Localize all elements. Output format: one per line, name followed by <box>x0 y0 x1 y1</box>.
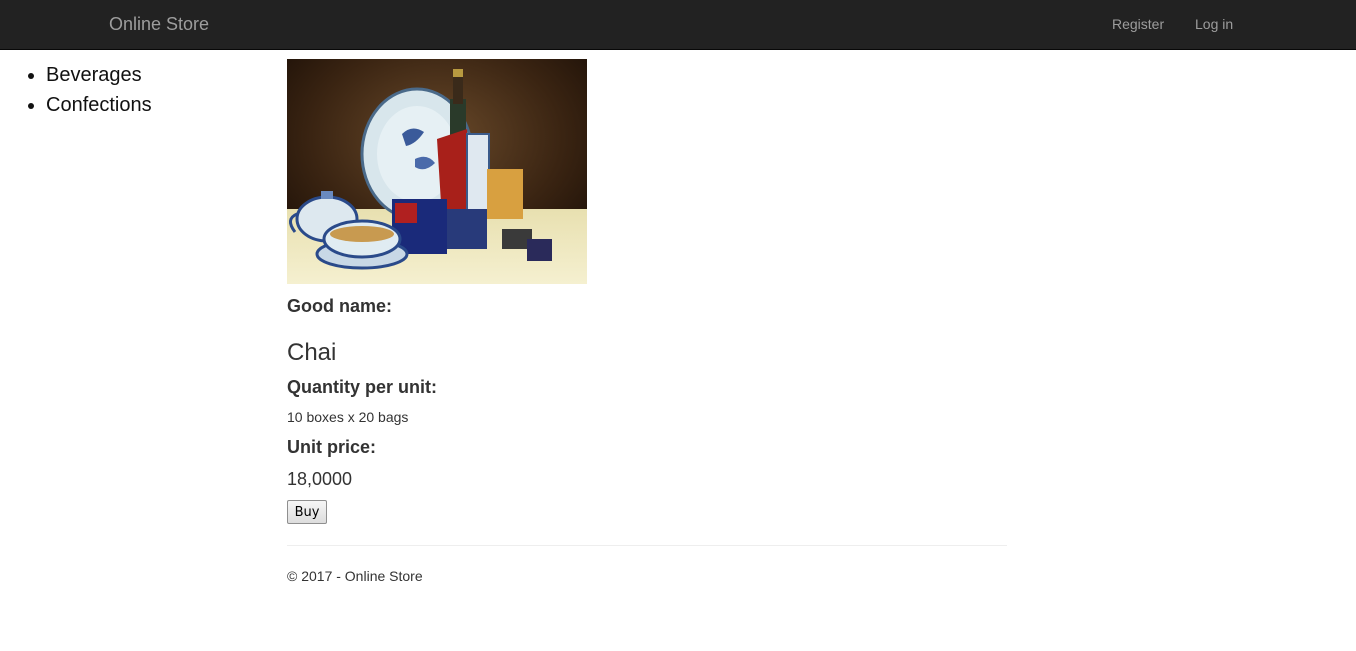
brand-link[interactable]: Online Store <box>109 13 209 35</box>
list-item: Confections <box>46 90 152 120</box>
footer-text: © 2017 - Online Store <box>287 568 423 584</box>
unit-price-label: Unit price: <box>287 437 377 457</box>
product-details: Good name: Chai Quantity per unit: 10 bo… <box>287 59 1007 584</box>
unit-price-value: 18,0000 <box>287 469 353 489</box>
list-item: Beverages <box>46 60 152 90</box>
top-navbar: Online Store Register Log in <box>0 0 1356 50</box>
category-link-beverages[interactable]: Beverages <box>46 64 142 86</box>
login-link[interactable]: Log in <box>1195 15 1233 33</box>
buy-button[interactable]: Buy <box>287 500 327 524</box>
category-list: Beverages Confections <box>0 60 152 120</box>
footer-divider <box>287 545 1007 546</box>
quantity-per-unit-label: Quantity per unit: <box>287 377 437 397</box>
category-link-confections[interactable]: Confections <box>46 94 152 116</box>
good-name-label: Good name: <box>287 296 393 316</box>
good-name-value: Chai <box>287 339 337 366</box>
product-image <box>287 59 587 284</box>
quantity-per-unit-value: 10 boxes x 20 bags <box>287 409 409 425</box>
register-link[interactable]: Register <box>1112 15 1164 33</box>
